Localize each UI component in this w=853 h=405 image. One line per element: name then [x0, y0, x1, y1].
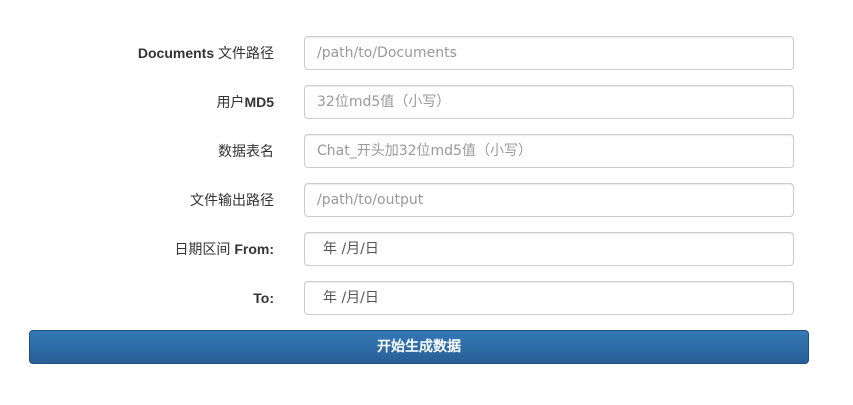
documents-path-label: Documents 文件路径: [137, 45, 274, 61]
data-export-form: Documents 文件路径 用户MD5 数据表名 文件输出路径 日期区间 Fr…: [0, 0, 853, 405]
date-to-input[interactable]: 年 /月/日: [304, 281, 794, 315]
date-to-row: To: 年 /月/日: [0, 281, 853, 315]
generate-data-button[interactable]: 开始生成数据: [29, 330, 809, 364]
date-to-label: To:: [253, 290, 274, 306]
documents-path-row: Documents 文件路径: [0, 36, 853, 70]
date-from-input[interactable]: 年 /月/日: [304, 232, 794, 266]
output-path-input[interactable]: [304, 183, 794, 217]
documents-path-input[interactable]: [304, 36, 794, 70]
table-name-row: 数据表名: [0, 134, 853, 168]
user-md5-label: 用户MD5: [216, 94, 274, 110]
date-from-label: 日期区间 From:: [174, 241, 274, 257]
output-path-row: 文件输出路径: [0, 183, 853, 217]
table-name-label: 数据表名: [218, 143, 274, 159]
table-name-input[interactable]: [304, 134, 794, 168]
output-path-label: 文件输出路径: [190, 192, 274, 208]
user-md5-input[interactable]: [304, 85, 794, 119]
date-from-row: 日期区间 From: 年 /月/日: [0, 232, 853, 266]
user-md5-row: 用户MD5: [0, 85, 853, 119]
